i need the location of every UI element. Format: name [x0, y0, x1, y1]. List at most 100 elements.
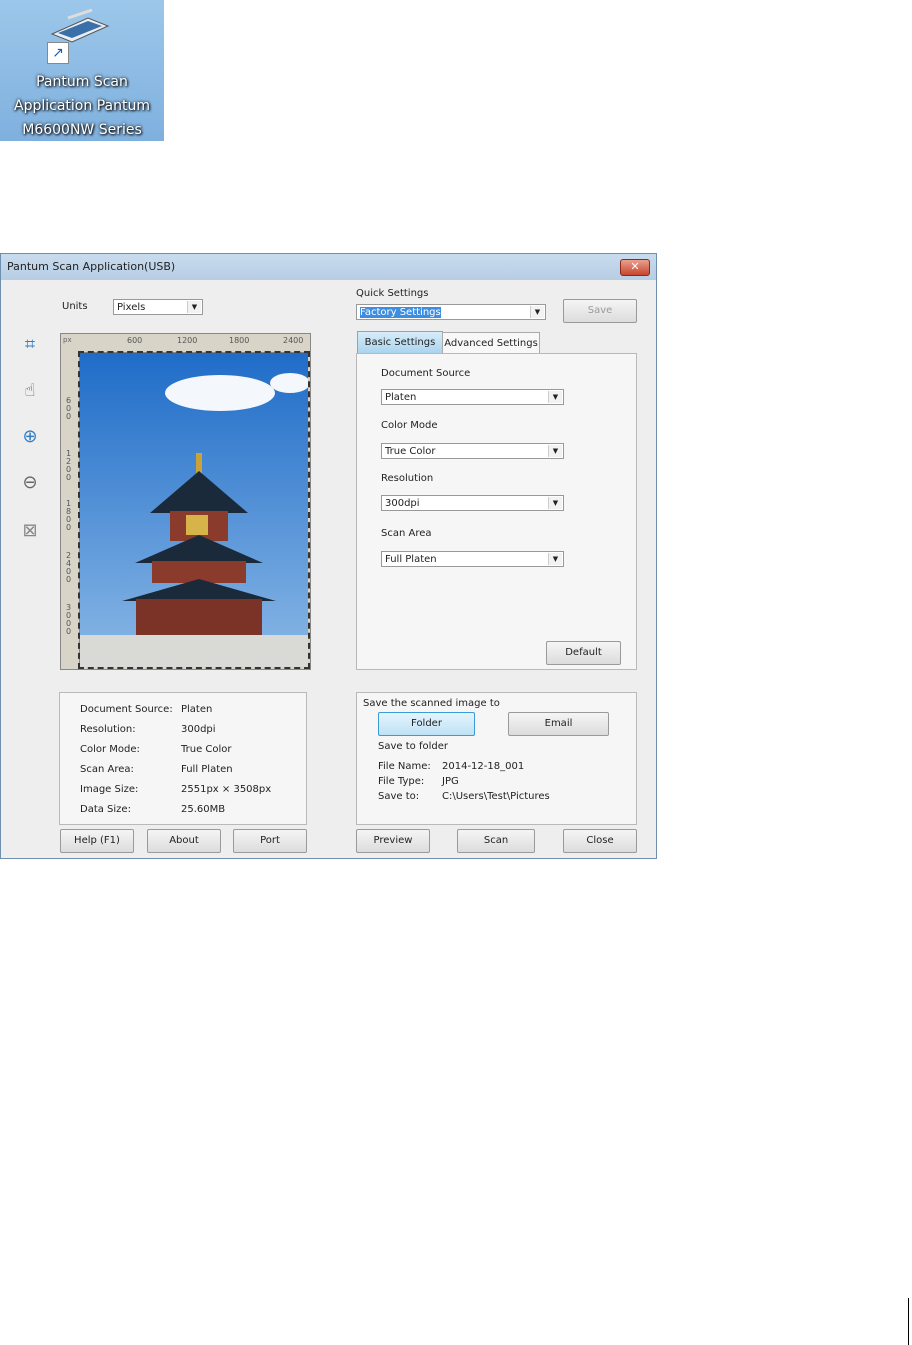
info-value: C:\Users\Test\Pictures: [442, 791, 550, 802]
info-value: 2014-12-18_001: [442, 761, 525, 772]
ruler-tick: 1200: [66, 449, 72, 482]
info-row: File Type: JPG: [378, 774, 550, 789]
label-line: M6600NW Series: [22, 122, 142, 138]
ruler-tick: 3000: [66, 603, 72, 636]
tab-basic-settings[interactable]: Basic Settings: [357, 331, 443, 355]
save-subheading: Save to folder: [378, 741, 448, 752]
email-button[interactable]: Email: [508, 712, 609, 736]
ruler-tick: 1800: [229, 336, 250, 345]
save-heading: Save the scanned image to: [363, 698, 500, 709]
scan-area-label: Scan Area: [381, 528, 432, 539]
document-source-label: Document Source: [381, 368, 471, 379]
quick-settings-select[interactable]: Factory Settings ▼: [356, 304, 546, 320]
color-mode-label: Color Mode: [381, 420, 438, 431]
info-key: File Name:: [378, 761, 431, 772]
top-ruler: 600 1200 1800 2400: [79, 334, 310, 353]
info-row: Data Size: 25.60MB: [80, 800, 271, 820]
info-row: Document Source: Platen: [80, 700, 271, 720]
ruler-tick: 600: [66, 396, 72, 421]
color-mode-select[interactable]: True Color ▼: [381, 443, 564, 459]
info-key: Color Mode:: [80, 744, 140, 755]
info-row: Resolution: 300dpi: [80, 720, 271, 740]
info-key: Scan Area:: [80, 764, 134, 775]
info-value: 25.60MB: [181, 804, 226, 815]
close-button[interactable]: Close: [563, 829, 637, 853]
scanned-image-preview: [78, 351, 310, 669]
window-title: Pantum Scan Application(USB): [7, 260, 176, 273]
zoom-out-icon[interactable]: ⊖: [19, 472, 41, 494]
shortcut-arrow-icon: ↗: [47, 42, 69, 64]
label-line: Pantum Scan: [36, 74, 128, 90]
zoom-in-icon[interactable]: ⊕: [19, 426, 41, 448]
save-destination-panel: Save the scanned image to Folder Email S…: [356, 692, 637, 825]
color-mode-value: True Color: [385, 446, 436, 457]
desktop-shortcut-icon[interactable]: ↗ Pantum Scan Application Pantum M6600NW…: [0, 0, 164, 141]
ruler-tick: 600: [127, 336, 143, 345]
resolution-select[interactable]: 300dpi ▼: [381, 495, 564, 511]
file-details: File Name: 2014-12-18_001 File Type: JPG Sav…: [378, 759, 550, 804]
chevron-down-icon: ▼: [548, 445, 562, 457]
basic-settings-panel: Document Source Platen ▼ Color Mode True …: [356, 353, 637, 670]
preview-button[interactable]: Preview: [356, 829, 430, 853]
info-value: 300dpi: [181, 724, 216, 735]
info-key: Data Size:: [80, 804, 131, 815]
info-value: True Color: [181, 744, 232, 755]
title-bar[interactable]: Pantum Scan Application(USB) ✕: [1, 254, 656, 280]
port-button[interactable]: Port: [233, 829, 307, 853]
info-row: Image Size: 2551px × 3508px: [80, 780, 271, 800]
ruler-tick: 2400: [66, 551, 72, 584]
scan-application-window: Pantum Scan Application(USB) ✕ Units Pix…: [0, 253, 657, 859]
info-list: Document Source: Platen Resolution: 300dpi C…: [80, 700, 271, 820]
info-key: Save to:: [378, 791, 420, 802]
chevron-down-icon: ▼: [548, 391, 562, 403]
preview-area[interactable]: px 600 1200 1800 2400 600 1200 1800 2400…: [60, 333, 311, 670]
help-button[interactable]: Help (F1): [60, 829, 134, 853]
units-select[interactable]: Pixels ▼: [113, 299, 203, 315]
info-value: JPG: [442, 776, 459, 787]
label-line: Application Pantum: [14, 98, 150, 114]
scan-button[interactable]: Scan: [457, 829, 535, 853]
page-edge-line: [908, 1298, 909, 1345]
close-window-button[interactable]: ✕: [620, 259, 650, 276]
scanner-icon: [50, 8, 110, 43]
scan-area-value: Full Platen: [385, 554, 437, 565]
info-value: Full Platen: [181, 764, 233, 775]
resolution-label: Resolution: [381, 473, 434, 484]
units-label: Units: [62, 301, 88, 312]
document-source-select[interactable]: Platen ▼: [381, 389, 564, 405]
quick-settings-label: Quick Settings: [356, 288, 429, 299]
document-source-value: Platen: [385, 392, 417, 403]
ruler-unit: px: [63, 336, 72, 344]
chevron-down-icon: ▼: [548, 497, 562, 509]
info-row: Save to: C:\Users\Test\Pictures: [378, 789, 550, 804]
ruler-tick: 2400: [283, 336, 304, 345]
delete-icon[interactable]: ⊠: [19, 520, 41, 542]
save-settings-button[interactable]: Save: [563, 299, 637, 323]
ruler-tick: 1800: [66, 499, 72, 532]
info-key: Document Source:: [80, 704, 173, 715]
info-row: Color Mode: True Color: [80, 740, 271, 760]
desktop-icon-label: Pantum Scan Application Pantum M6600NW S…: [0, 70, 164, 142]
info-key: File Type:: [378, 776, 425, 787]
quick-settings-value: Factory Settings: [360, 307, 441, 318]
units-value: Pixels: [117, 302, 146, 313]
scan-info-panel: Document Source: Platen Resolution: 300dpi C…: [59, 692, 307, 825]
resolution-value: 300dpi: [385, 498, 420, 509]
info-value: Platen: [181, 704, 213, 715]
info-key: Image Size:: [80, 784, 139, 795]
scan-area-select[interactable]: Full Platen ▼: [381, 551, 564, 567]
hand-icon[interactable]: ☝: [19, 380, 41, 402]
info-row: Scan Area: Full Platen: [80, 760, 271, 780]
info-key: Resolution:: [80, 724, 136, 735]
tab-advanced-settings[interactable]: Advanced Settings: [442, 332, 540, 355]
chevron-down-icon: ▼: [530, 306, 544, 318]
ruler-tick: 1200: [177, 336, 198, 345]
default-button[interactable]: Default: [546, 641, 621, 665]
chevron-down-icon: ▼: [187, 301, 201, 313]
folder-button[interactable]: Folder: [378, 712, 475, 736]
left-ruler: 600 1200 1800 2400 3000: [61, 352, 80, 669]
about-button[interactable]: About: [147, 829, 221, 853]
crop-icon[interactable]: ⌗: [19, 334, 41, 356]
chevron-down-icon: ▼: [548, 553, 562, 565]
info-value: 2551px × 3508px: [181, 784, 272, 795]
